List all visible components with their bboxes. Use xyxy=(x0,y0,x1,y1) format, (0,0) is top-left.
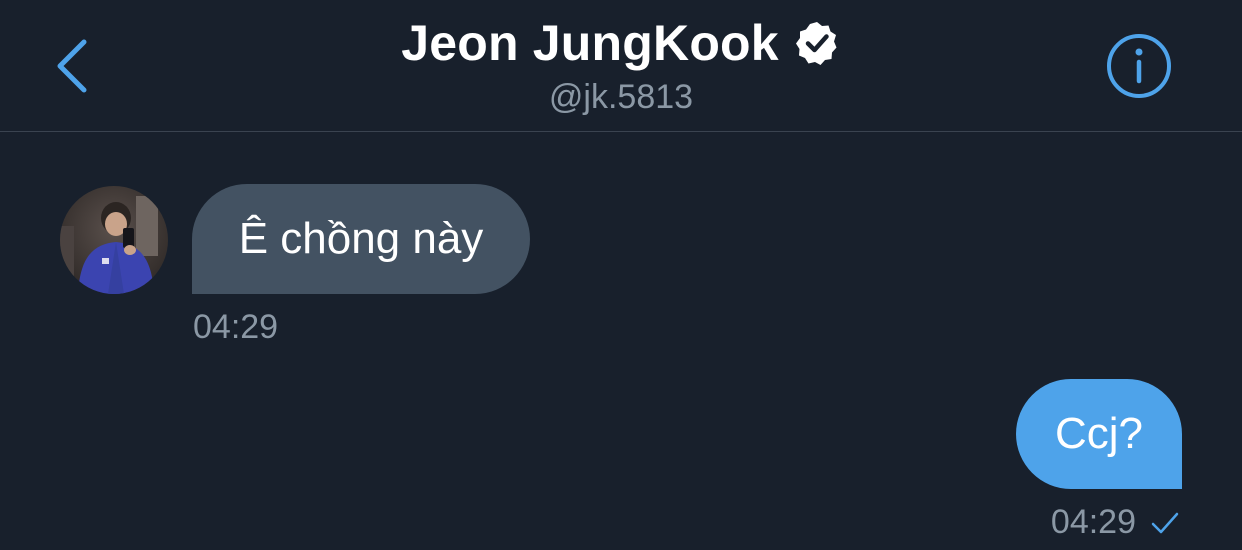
incoming-message-bubble[interactable]: Ê chồng này xyxy=(192,184,530,294)
message-text: Ê chồng này xyxy=(238,214,484,263)
contact-info[interactable]: Jeon JungKook @jk.5813 xyxy=(0,14,1242,117)
outgoing-message-bubble[interactable]: Ccj? xyxy=(1016,379,1182,489)
info-button[interactable] xyxy=(1106,33,1172,99)
message-timestamp: 04:29 xyxy=(1050,503,1136,541)
avatar[interactable] xyxy=(60,186,168,294)
conversation-header: Jeon JungKook @jk.5813 xyxy=(0,0,1242,132)
contact-name: Jeon JungKook xyxy=(401,15,779,71)
info-icon xyxy=(1107,34,1171,98)
message-text: Ccj? xyxy=(1054,409,1144,458)
checkmark-icon xyxy=(1151,512,1179,533)
message-timestamp: 04:29 xyxy=(193,308,279,346)
outgoing-message-meta: 04:29 xyxy=(1051,503,1180,542)
contact-handle: @jk.5813 xyxy=(548,78,694,116)
verified-badge-icon xyxy=(795,22,837,65)
